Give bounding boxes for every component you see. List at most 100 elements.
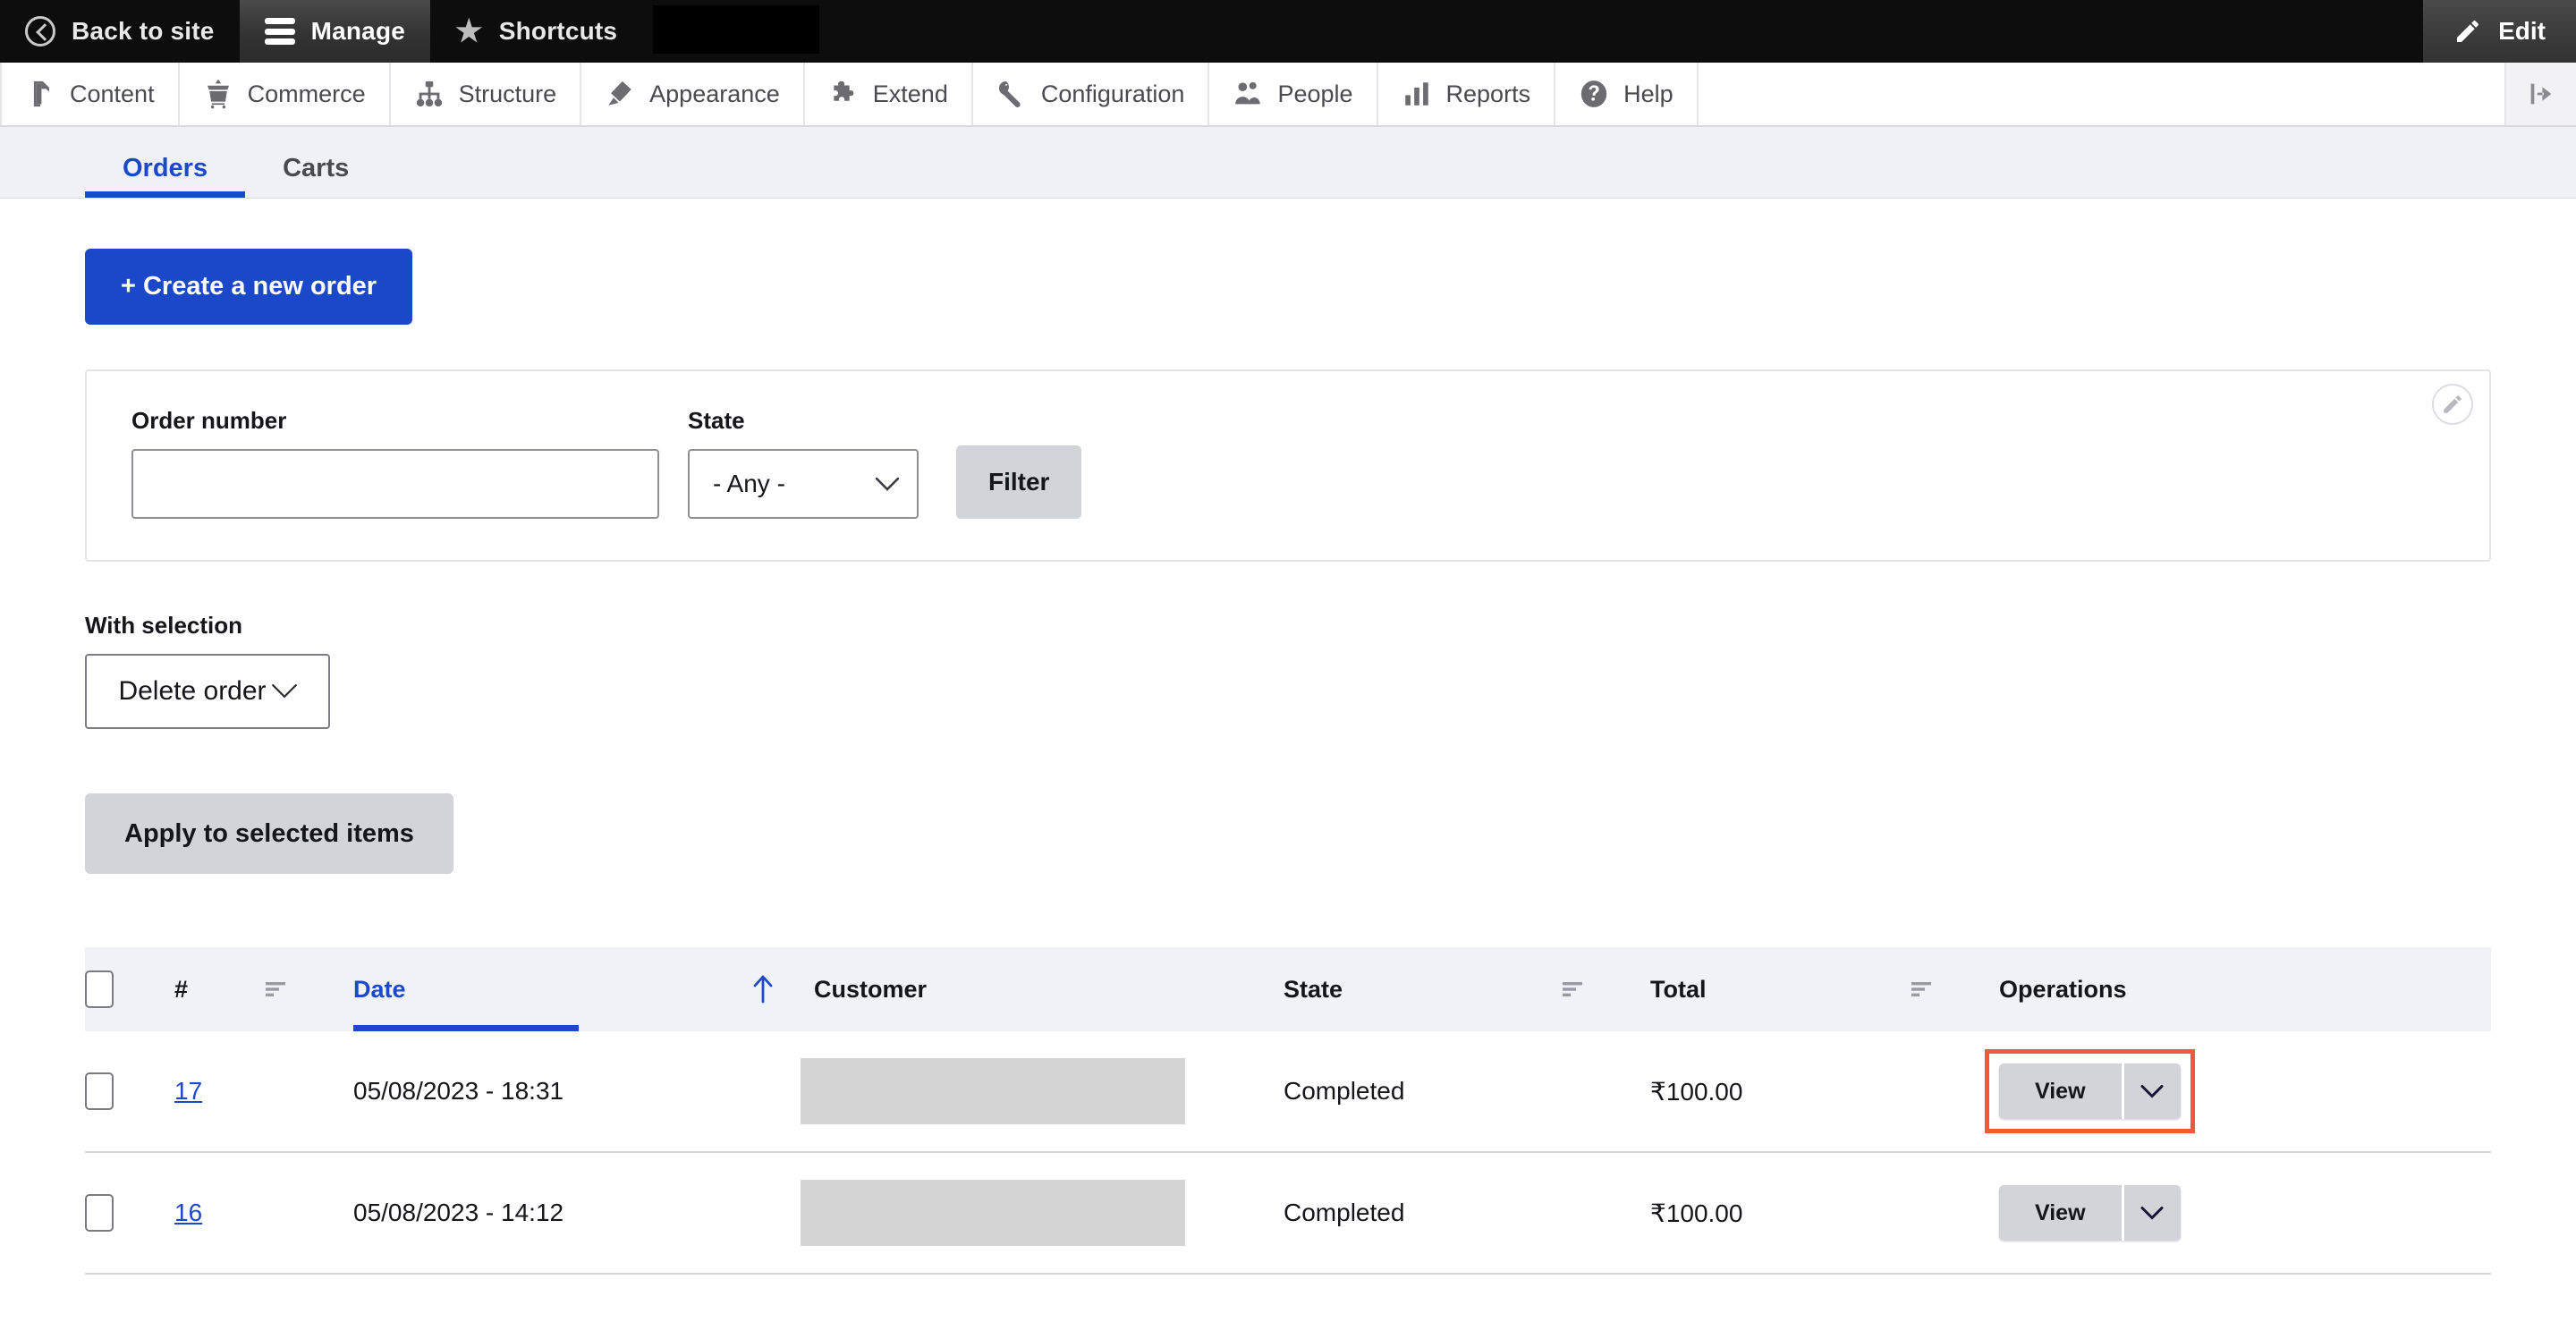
pencil-icon bbox=[2453, 17, 2482, 46]
redacted-user-menu bbox=[653, 5, 820, 54]
orders-table-header-row: # Date Customer State Total Operations bbox=[85, 947, 2491, 1031]
admin-menu-spacer bbox=[1699, 63, 2506, 125]
chevron-down-icon bbox=[2140, 1085, 2164, 1098]
filter-row: Order number State - Any - Filter bbox=[131, 407, 2445, 519]
chevron-down-icon bbox=[271, 684, 297, 699]
admin-menu-item-appearance[interactable]: Appearance bbox=[581, 63, 805, 125]
column-label-customer: Customer bbox=[814, 975, 928, 1003]
row-checkbox[interactable] bbox=[85, 1072, 114, 1110]
admin-menu-label: Reports bbox=[1445, 80, 1531, 107]
hamburger-menu-icon bbox=[264, 18, 295, 45]
order-number-link[interactable]: 16 bbox=[174, 1199, 202, 1226]
view-dropbutton[interactable]: View bbox=[1999, 1185, 2181, 1241]
edit-mode-button[interactable]: Edit bbox=[2423, 0, 2576, 63]
row-customer-cell bbox=[801, 1152, 1284, 1275]
admin-menu-label: Extend bbox=[872, 80, 948, 107]
order-number-link[interactable]: 17 bbox=[174, 1077, 202, 1105]
row-state-cell: Completed bbox=[1284, 1031, 1561, 1153]
order-number-input[interactable] bbox=[131, 449, 659, 519]
sort-icon bbox=[1563, 982, 1582, 996]
admin-menu-label: People bbox=[1277, 80, 1353, 107]
row-total-cell: ₹100.00 bbox=[1650, 1152, 1910, 1275]
view-button[interactable]: View bbox=[1999, 1185, 2122, 1241]
view-dropbutton[interactable]: View bbox=[1999, 1064, 2181, 1119]
back-to-site-button[interactable]: Back to site bbox=[0, 0, 240, 63]
main-content: + Create a new order Order number State … bbox=[0, 199, 2576, 1275]
row-spacer-cell bbox=[1910, 1152, 1999, 1275]
row-state-cell: Completed bbox=[1284, 1152, 1561, 1275]
select-all-checkbox[interactable] bbox=[85, 970, 114, 1008]
admin-menu-item-commerce[interactable]: Commerce bbox=[180, 63, 391, 125]
sort-control-number[interactable] bbox=[264, 947, 353, 1031]
sort-icon bbox=[1911, 982, 1931, 996]
admin-menu-item-content[interactable]: Content bbox=[0, 63, 180, 125]
row-order-number-cell: 17 bbox=[174, 1031, 264, 1153]
row-spacer-cell bbox=[264, 1152, 353, 1275]
table-row: 17 05/08/2023 - 18:31 Completed ₹100.00 … bbox=[85, 1031, 2491, 1153]
row-date-cell: 05/08/2023 - 14:12 bbox=[353, 1152, 801, 1275]
bar-chart-icon bbox=[1404, 82, 1428, 106]
row-date-cell: 05/08/2023 - 18:31 bbox=[353, 1031, 801, 1153]
admin-menu-item-structure[interactable]: Structure bbox=[391, 63, 582, 125]
admin-menu-item-reports[interactable]: Reports bbox=[1378, 63, 1556, 125]
column-header-total[interactable]: Total bbox=[1650, 947, 1910, 1031]
state-select[interactable]: - Any - bbox=[688, 449, 919, 519]
collapse-sidebar-icon[interactable] bbox=[2506, 63, 2576, 125]
filter-button[interactable]: Filter bbox=[956, 445, 1082, 519]
redacted-customer-value bbox=[801, 1058, 1185, 1124]
column-label-number: # bbox=[174, 975, 189, 1003]
admin-menu-item-extend[interactable]: Extend bbox=[805, 63, 973, 125]
tab-carts-label: Carts bbox=[283, 154, 350, 182]
admin-menu-item-help[interactable]: Help bbox=[1555, 63, 1699, 125]
orders-table-body: 17 05/08/2023 - 18:31 Completed ₹100.00 … bbox=[85, 1031, 2491, 1275]
tab-orders[interactable]: Orders bbox=[85, 154, 246, 198]
admin-menu-item-configuration[interactable]: Configuration bbox=[973, 63, 1210, 125]
row-spacer-cell bbox=[1561, 1152, 1650, 1275]
page-tabs: Orders Carts bbox=[0, 127, 2576, 199]
row-select-cell bbox=[85, 1152, 174, 1275]
view-dropdown-toggle[interactable] bbox=[2121, 1185, 2181, 1241]
admin-menu-label: Commerce bbox=[247, 80, 366, 107]
contextual-links-pencil-icon[interactable] bbox=[2432, 384, 2473, 425]
people-icon bbox=[1235, 81, 1261, 105]
star-icon: ★ bbox=[455, 14, 483, 48]
create-new-order-button[interactable]: + Create a new order bbox=[85, 249, 413, 325]
manage-tab[interactable]: Manage bbox=[239, 0, 431, 63]
operations-wrapper: View bbox=[1999, 1185, 2181, 1241]
row-order-number-cell: 16 bbox=[174, 1152, 264, 1275]
view-dropdown-toggle[interactable] bbox=[2121, 1064, 2181, 1119]
with-selection-label: With selection bbox=[85, 612, 243, 639]
column-header-number[interactable]: # bbox=[174, 947, 264, 1031]
column-header-date[interactable]: Date bbox=[353, 947, 801, 1031]
filter-panel: Order number State - Any - Filter bbox=[85, 369, 2491, 562]
shopping-cart-icon bbox=[207, 80, 229, 109]
sort-control-state[interactable] bbox=[1561, 947, 1650, 1031]
tab-carts[interactable]: Carts bbox=[245, 156, 386, 198]
wrench-icon bbox=[998, 81, 1021, 108]
admin-menu-item-people[interactable]: People bbox=[1209, 63, 1378, 125]
column-header-operations: Operations bbox=[1999, 947, 2491, 1031]
column-label-operations: Operations bbox=[1999, 975, 2127, 1003]
sort-control-total[interactable] bbox=[1910, 947, 1999, 1031]
row-select-cell bbox=[85, 1031, 174, 1153]
view-button[interactable]: View bbox=[1999, 1064, 2122, 1119]
bulk-action-select[interactable]: Delete order bbox=[85, 654, 330, 729]
operations-highlight-box: View bbox=[1985, 1049, 2195, 1133]
admin-menu-label: Structure bbox=[458, 80, 557, 107]
orders-table: # Date Customer State Total Operations 1… bbox=[85, 947, 2491, 1275]
edit-label: Edit bbox=[2498, 17, 2546, 45]
row-operations-cell: View bbox=[1999, 1152, 2491, 1275]
question-circle-icon bbox=[1580, 81, 1607, 107]
tab-orders-label: Orders bbox=[123, 154, 208, 182]
manage-label: Manage bbox=[310, 17, 406, 45]
admin-menu-label: Content bbox=[70, 80, 155, 107]
row-checkbox[interactable] bbox=[85, 1194, 114, 1232]
column-label-total: Total bbox=[1650, 975, 1707, 1003]
apply-to-selected-items-button[interactable]: Apply to selected items bbox=[85, 793, 453, 874]
state-select-wrap: - Any - bbox=[688, 449, 919, 519]
sort-icon bbox=[266, 982, 285, 996]
shortcuts-label: Shortcuts bbox=[498, 17, 618, 45]
column-label-date: Date bbox=[353, 975, 406, 1003]
column-header-state[interactable]: State bbox=[1284, 947, 1561, 1031]
shortcuts-tab[interactable]: ★ Shortcuts bbox=[430, 0, 642, 63]
